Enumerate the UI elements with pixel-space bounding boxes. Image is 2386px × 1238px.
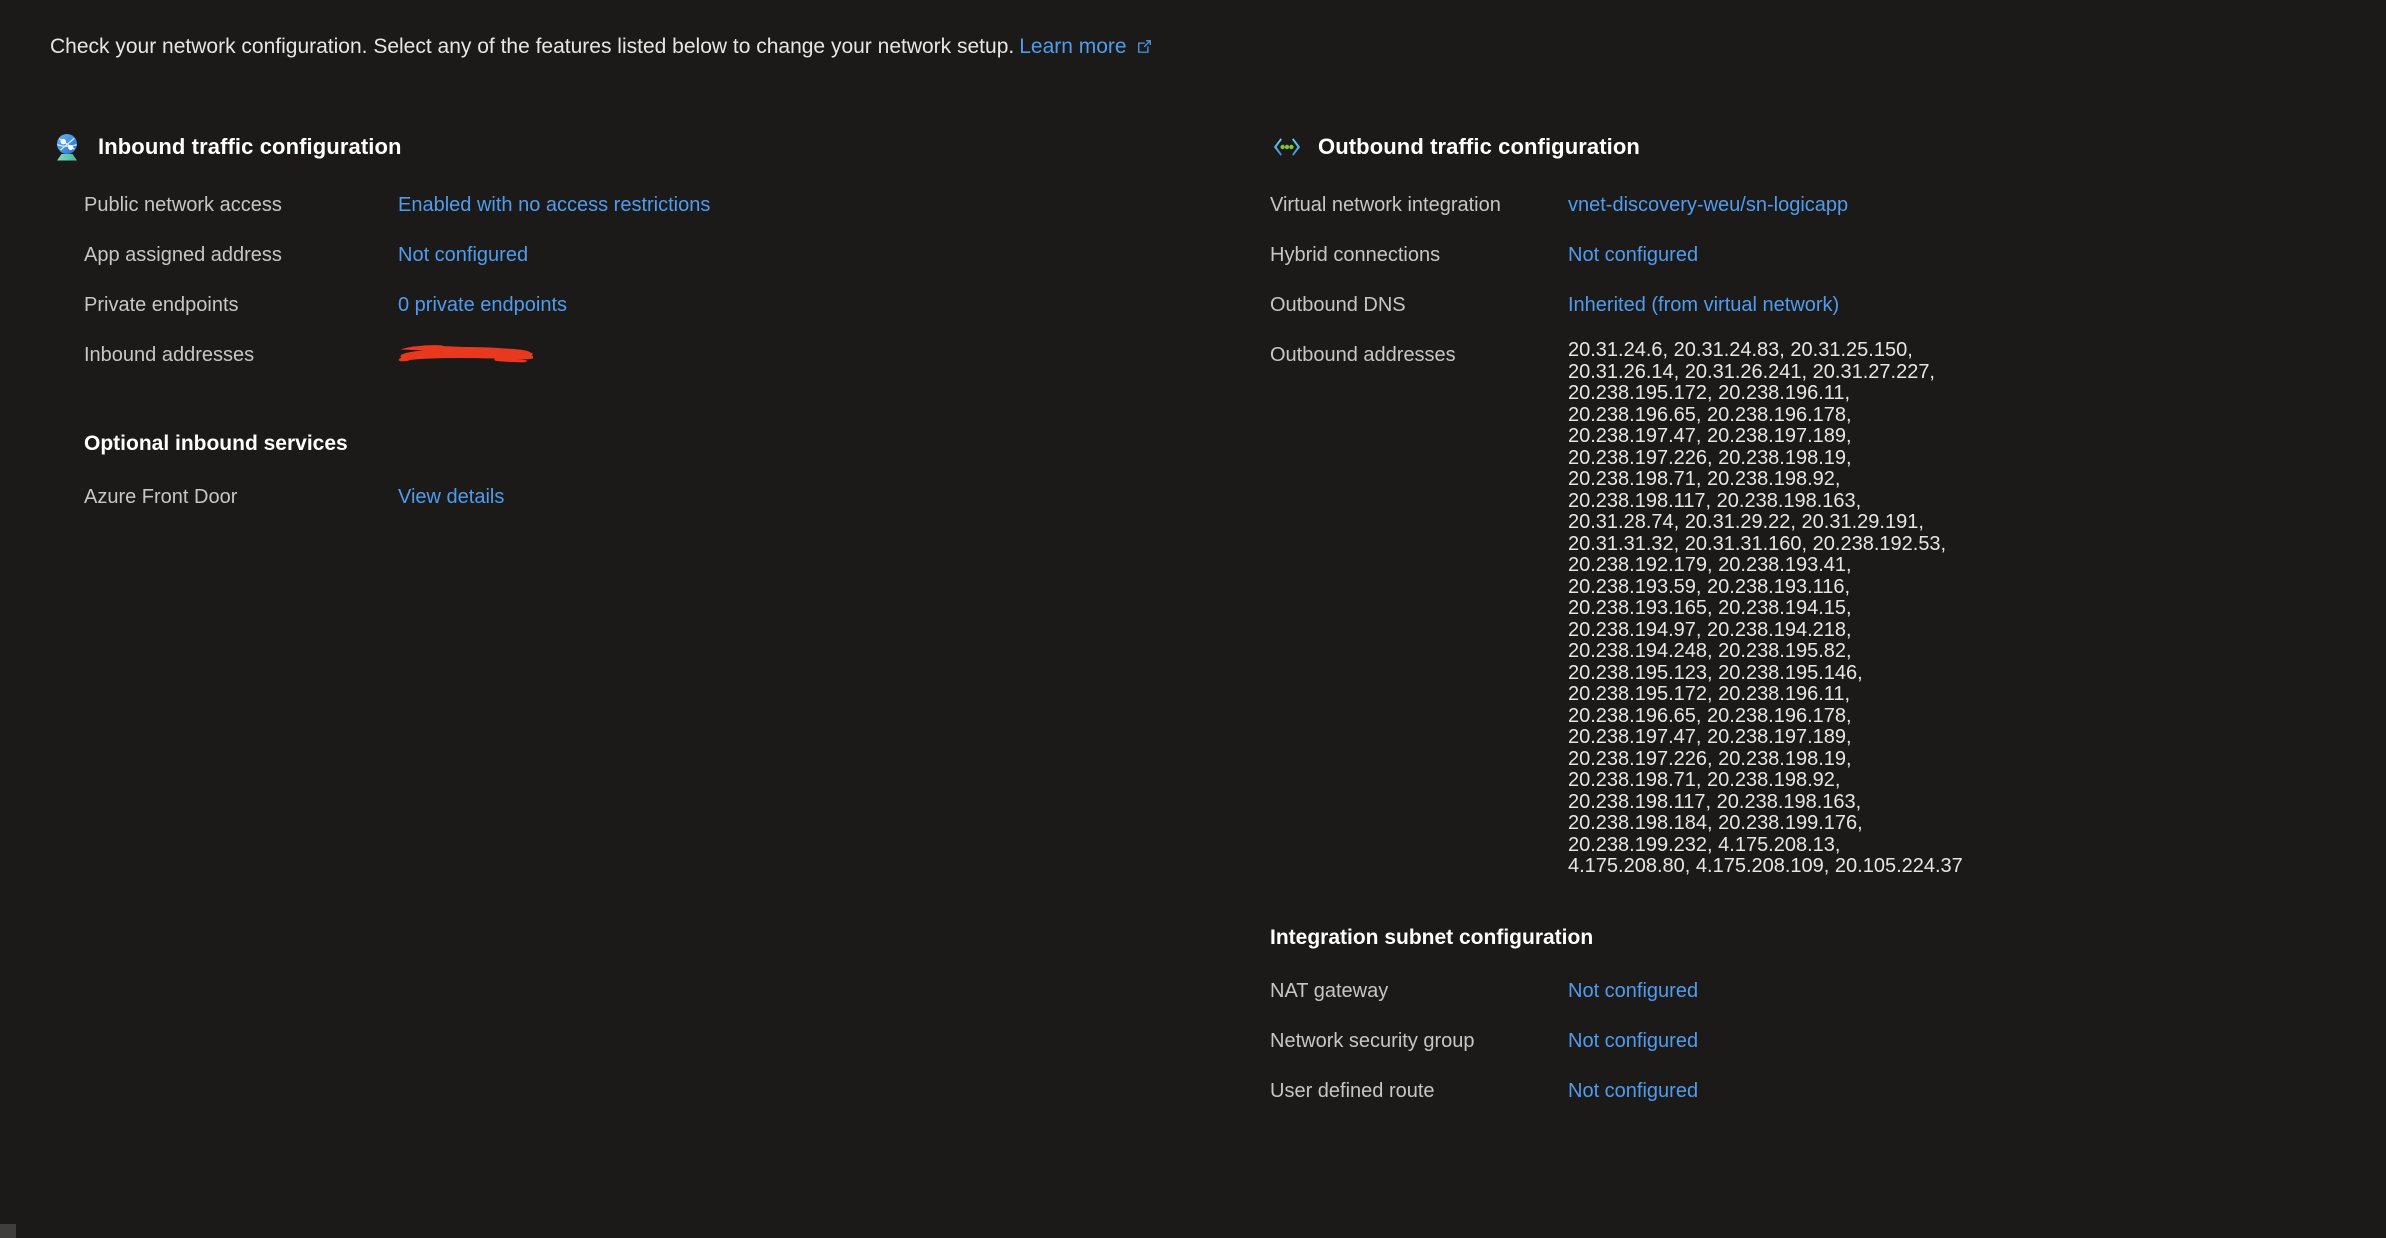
row-inbound-addresses: Inbound addresses	[50, 340, 1230, 370]
virtual-network-integration-value-link[interactable]: vnet-discovery-weu/sn-logicapp	[1568, 190, 1848, 220]
learn-more-label: Learn more	[1019, 35, 1127, 58]
row-label: Azure Front Door	[84, 486, 238, 508]
external-link-icon	[1136, 35, 1153, 63]
banner: Check your network configuration. Select…	[50, 33, 1153, 63]
outbound-arrows-icon	[1270, 130, 1304, 164]
row-label: Outbound DNS	[1270, 294, 1406, 316]
row-label: Inbound addresses	[84, 344, 255, 366]
row-label: Network security group	[1270, 1029, 1475, 1052]
horizontal-scrollbar-thumb[interactable]	[0, 1224, 16, 1238]
redaction-mark	[398, 340, 533, 366]
row-network-security-group: Network security group Not configured	[1270, 1026, 2360, 1056]
inbound-section-header: Inbound traffic configuration	[50, 130, 1230, 164]
network-security-group-value-link[interactable]: Not configured	[1568, 1026, 1698, 1056]
hybrid-connections-value-link[interactable]: Not configured	[1568, 240, 1698, 270]
row-private-endpoints: Private endpoints 0 private endpoints	[50, 290, 1230, 320]
row-label: Hybrid connections	[1270, 244, 1441, 266]
inbound-section-title: Inbound traffic configuration	[98, 134, 402, 159]
row-azure-front-door: Azure Front Door View details	[50, 482, 1230, 512]
row-outbound-dns: Outbound DNS Inherited (from virtual net…	[1270, 290, 2360, 320]
row-app-assigned-address: App assigned address Not configured	[50, 240, 1230, 270]
outbound-section-header: Outbound traffic configuration	[1270, 130, 2360, 164]
outbound-section-title: Outbound traffic configuration	[1318, 134, 1640, 159]
row-label: Outbound addresses	[1270, 344, 1456, 366]
banner-text: Check your network configuration. Select…	[50, 35, 1015, 58]
row-label: App assigned address	[84, 244, 282, 266]
private-endpoints-value-link[interactable]: 0 private endpoints	[398, 290, 567, 320]
row-label: Virtual network integration	[1270, 194, 1501, 216]
row-hybrid-connections: Hybrid connections Not configured	[1270, 240, 2360, 270]
row-nat-gateway: NAT gateway Not configured	[1270, 976, 2360, 1006]
learn-more-link[interactable]: Learn more	[1019, 35, 1152, 58]
user-defined-route-value-link[interactable]: Not configured	[1568, 1076, 1698, 1106]
row-virtual-network-integration: Virtual network integration vnet-discove…	[1270, 190, 2360, 220]
public-network-access-value-link[interactable]: Enabled with no access restrictions	[398, 190, 710, 220]
row-user-defined-route: User defined route Not configured	[1270, 1076, 2360, 1106]
horizontal-scrollbar-track[interactable]	[0, 1222, 2386, 1238]
outbound-addresses-value: 20.31.24.6, 20.31.24.83, 20.31.25.150, 2…	[1568, 339, 1963, 877]
optional-inbound-services-title: Optional inbound services	[84, 432, 348, 455]
row-label: NAT gateway	[1270, 979, 1389, 1002]
integration-subnet-configuration-title: Integration subnet configuration	[1270, 925, 1594, 949]
row-outbound-addresses: Outbound addresses 20.31.24.6, 20.31.24.…	[1270, 339, 2360, 878]
app-assigned-address-value-link[interactable]: Not configured	[398, 240, 528, 270]
outbound-column: Outbound traffic configuration Virtual n…	[1270, 130, 2360, 1126]
outbound-dns-value-link[interactable]: Inherited (from virtual network)	[1568, 290, 1839, 320]
inbound-column: Inbound traffic configuration Public net…	[50, 130, 1230, 532]
row-public-network-access: Public network access Enabled with no ac…	[50, 190, 1230, 220]
row-label: Public network access	[84, 194, 282, 216]
row-label: Private endpoints	[84, 294, 239, 316]
row-label: User defined route	[1270, 1079, 1435, 1102]
network-globe-icon	[50, 130, 84, 164]
azure-front-door-view-details-link[interactable]: View details	[398, 482, 504, 512]
network-configuration-page: Check your network configuration. Select…	[0, 0, 2386, 1238]
nat-gateway-value-link[interactable]: Not configured	[1568, 976, 1698, 1006]
